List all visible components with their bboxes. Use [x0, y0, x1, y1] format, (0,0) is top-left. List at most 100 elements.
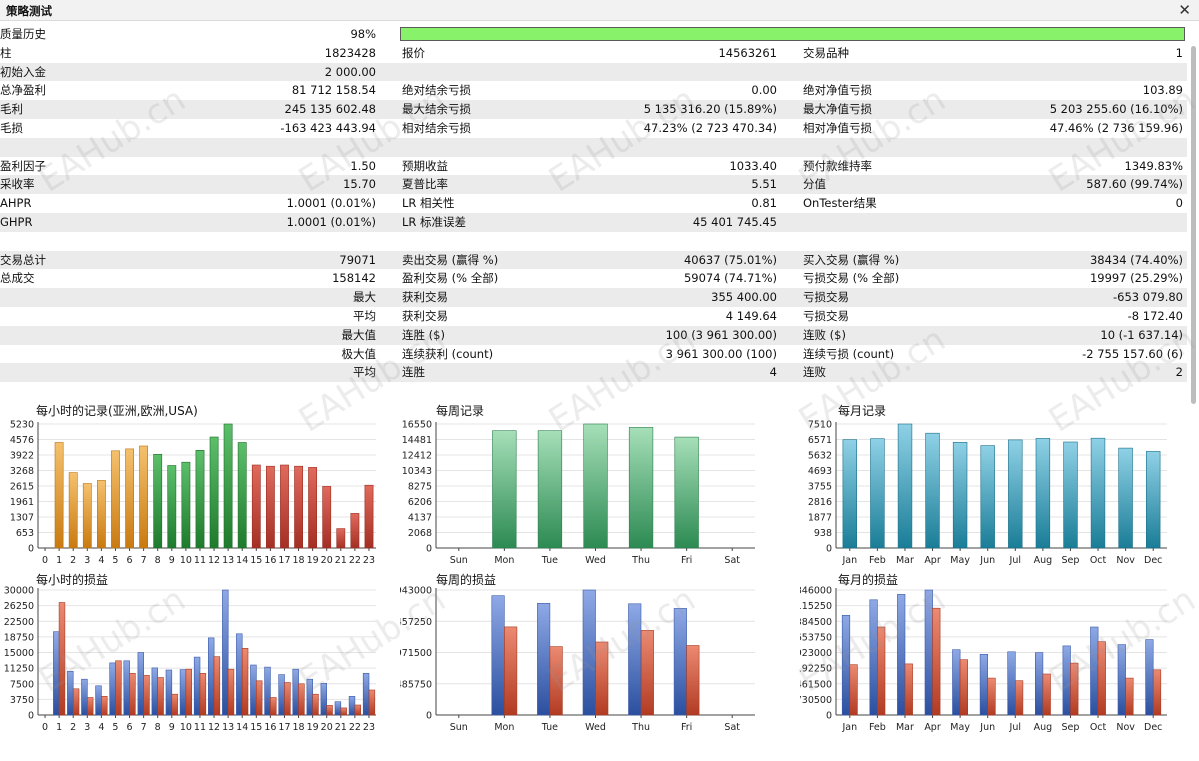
bar	[877, 626, 886, 716]
x-tick-label: Jun	[979, 555, 995, 566]
x-tick-label: Jun	[979, 722, 995, 733]
x-tick-label: 4	[98, 722, 104, 733]
bar	[320, 683, 327, 716]
x-tick-label: Jan	[841, 722, 857, 733]
stat-label: 亏损交易	[803, 308, 849, 323]
stat-label: 盈利交易 (% 全部)	[402, 271, 499, 286]
bar	[1097, 641, 1106, 716]
bar	[280, 464, 289, 549]
bar	[250, 664, 257, 716]
scrollbar-thumb[interactable]	[1191, 46, 1196, 404]
y-tick-label: 4576	[10, 435, 34, 446]
bar	[179, 669, 187, 716]
x-tick-label: Dec	[1144, 722, 1162, 733]
x-tick-label: 5	[112, 555, 118, 566]
close-icon[interactable]: ✕	[1178, 1, 1191, 19]
bar	[255, 680, 263, 716]
x-tick-label: Dec	[1144, 555, 1162, 566]
bar	[111, 450, 120, 549]
x-tick-label: 17	[278, 555, 290, 566]
chart-weekly-pnl: 每周的损益 0 13485750 26971500 40457250 53943000 S…	[384, 568, 795, 738]
stat-label: AHPR	[0, 196, 32, 211]
stats-row: GHPR 1.0001 (0.01%) LR 标准误差 45 401 745.45	[0, 212, 1187, 232]
quality-bar	[400, 27, 1185, 41]
bar	[223, 423, 233, 549]
stat-label: 报价	[402, 45, 425, 60]
x-tick-label: 7	[141, 722, 147, 733]
bar	[185, 668, 192, 716]
bar	[123, 660, 130, 716]
x-tick-label: 18	[292, 555, 304, 566]
bar	[101, 696, 108, 716]
stat-label: 毛利	[0, 102, 23, 117]
bar	[308, 467, 317, 549]
bar	[306, 678, 313, 716]
bar	[322, 486, 332, 549]
bar	[869, 599, 878, 716]
stat-label: 夏普比率	[402, 177, 448, 192]
stat-label: 初始入金	[0, 64, 46, 79]
bar	[68, 472, 78, 549]
bar	[95, 685, 102, 716]
bar	[157, 677, 164, 716]
x-tick-label: 8	[155, 555, 161, 566]
x-tick-label: 12	[208, 722, 220, 733]
stat-label: 连败	[803, 365, 826, 380]
stats-row: 最大 获利交易 355 400.00 亏损交易 -653 079.80	[0, 288, 1187, 307]
y-tick-label: 40457250	[400, 617, 432, 628]
monthly-pnl-svg: 0 3730500 7461500 11192250 14923000 18653750 2…	[784, 586, 1167, 733]
x-tick-label: 13	[222, 722, 234, 733]
stats-row: 柱 1823428 报价 14563261 交易品种 1	[0, 44, 1187, 63]
stat-label: 相对净值亏损	[803, 120, 872, 135]
x-tick-label: Sep	[1062, 722, 1080, 733]
x-tick-label: Thu	[631, 722, 650, 733]
x-tick-label: Oct	[1090, 555, 1107, 566]
x-tick-label: Jul	[1009, 722, 1021, 733]
bar	[181, 461, 191, 549]
stat-label: 交易总计	[0, 252, 46, 267]
x-tick-label: Wed	[585, 722, 606, 733]
x-tick-label: Feb	[869, 555, 886, 566]
bar	[97, 480, 106, 549]
stat-value: 14563261	[718, 45, 777, 60]
y-tick-label: 22500	[4, 617, 34, 628]
bar	[82, 483, 92, 549]
stat-value: 3 961 300.00 (100)	[665, 346, 777, 361]
chart-title: 每周的损益	[436, 573, 497, 587]
stat-value: 103.89	[1142, 83, 1183, 98]
y-tick-label: 5632	[808, 451, 832, 462]
bar	[236, 633, 243, 716]
bar	[504, 626, 518, 716]
y-tick-label: 2068	[408, 528, 432, 539]
stat-value: 4	[769, 365, 777, 380]
stat-value: 平均	[353, 365, 376, 380]
bar	[294, 465, 303, 549]
bar	[925, 432, 940, 549]
bar	[1063, 441, 1078, 549]
stat-value: 1.50	[350, 158, 376, 173]
y-tick-label: 3755	[808, 482, 832, 493]
x-tick-label: 2	[70, 555, 76, 566]
bar	[67, 671, 74, 716]
stat-value: 47.23% (2 723 470.34)	[643, 120, 777, 135]
stat-label: GHPR	[0, 214, 33, 229]
bar	[137, 652, 144, 716]
y-tick-label: 12412	[402, 451, 432, 462]
x-tick-label: Apr	[924, 555, 941, 566]
bar	[1145, 639, 1154, 716]
y-tick-label: 26250	[4, 601, 34, 612]
x-tick-label: 21	[335, 555, 347, 566]
y-tick-label: 3268	[10, 466, 34, 477]
bar	[241, 648, 249, 716]
stats-row: 采收率 15.70 夏普比率 5.51 分值 587.60 (99.74%)	[0, 175, 1187, 195]
stat-label: 连续亏损 (count)	[803, 346, 895, 361]
window-title: 策略测试	[6, 4, 52, 18]
quality-row: 质量历史 98%	[0, 25, 1187, 44]
stats-row: 最大值 连胜 ($) 100 (3 961 300.00) 连败 ($) 10 (-1 …	[0, 325, 1187, 345]
y-tick-label: 4137	[408, 513, 432, 524]
stat-value: 4 149.64	[725, 308, 777, 323]
y-tick-label: 1307	[10, 513, 34, 524]
stat-value: 0.00	[751, 83, 777, 98]
x-tick-label: Sun	[450, 722, 468, 733]
x-tick-label: May	[950, 555, 970, 566]
